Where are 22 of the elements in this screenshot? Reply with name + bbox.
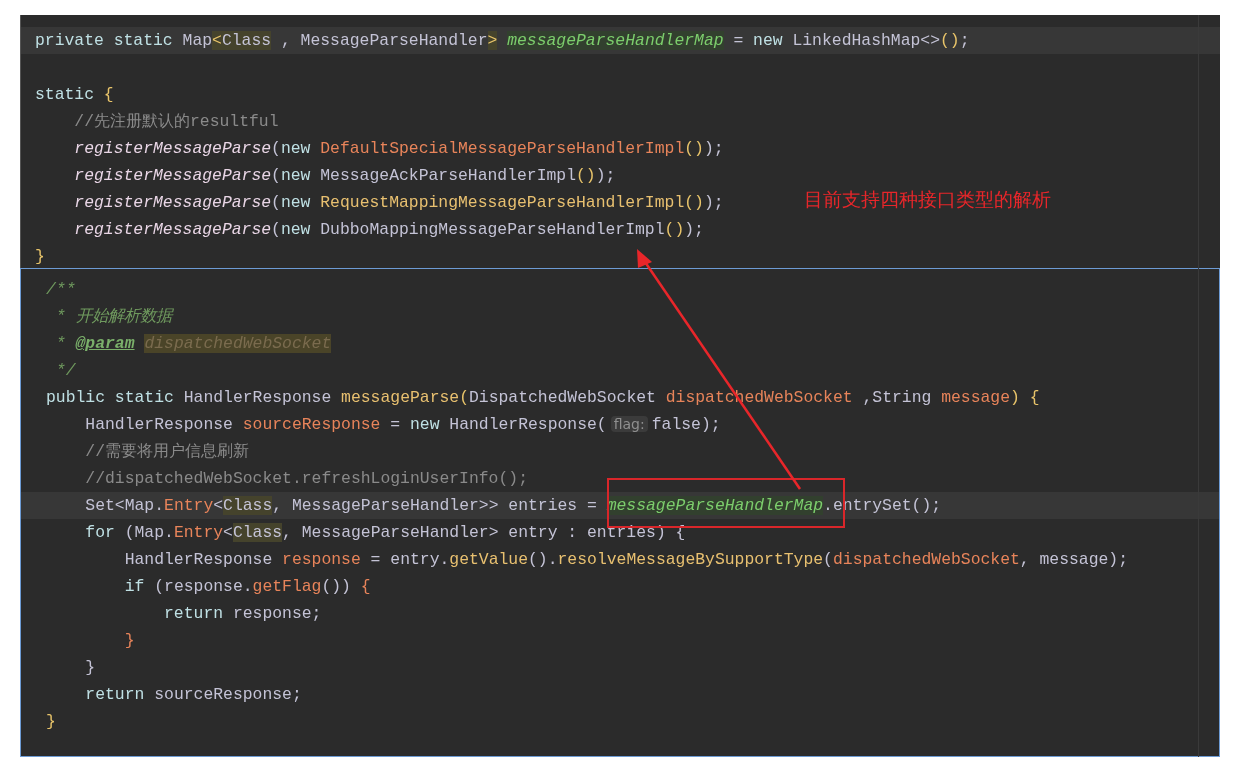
code-line: return response; [164, 603, 322, 625]
code-line: } [46, 711, 56, 733]
code-line: } [85, 657, 96, 679]
code-line: registerMessageParse(new RequestMappingMessageParseHandlerImpl()); [74, 192, 724, 214]
code-line: //先注册默认的resultful [74, 111, 279, 133]
code-line: //dispatchedWebSocket.refreshLoginUserInfo(); [85, 468, 528, 490]
code-line: return sourceResponse; [85, 684, 302, 706]
code-line: */ [54, 360, 76, 382]
annotation-text: 目前支持四种接口类型的解析 [804, 187, 1051, 212]
code-line: HandlerResponse response = entry.getValue().resolveMessageBySupportType(dispatchedWebSocket, message); [124, 549, 1129, 571]
code-line: private static Map<Class , MessageParseHandler> messageParseHandlerMap = new LinkedHashMap<>(); [35, 30, 970, 52]
code-line: //需要将用户信息刷新 [85, 441, 250, 463]
code-line: } [35, 246, 45, 268]
code-line: registerMessageParse(new DefaultSpecialMessageParseHandlerImpl()); [74, 138, 724, 160]
code-line: HandlerResponse sourceResponse = new HandlerResponse( flag: false); [85, 414, 721, 436]
code-line: static { [35, 84, 114, 106]
code-line: } [124, 630, 135, 652]
code-line: * 开始解析数据 [54, 306, 172, 328]
code-line: /** [46, 279, 76, 301]
code-line: if (response.getFlag()) { [124, 576, 371, 598]
code-line: registerMessageParse(new MessageAckParseHandlerImpl()); [74, 165, 616, 187]
code-line: registerMessageParse(new DubboMappingMessageParseHandlerImpl()); [74, 219, 704, 241]
